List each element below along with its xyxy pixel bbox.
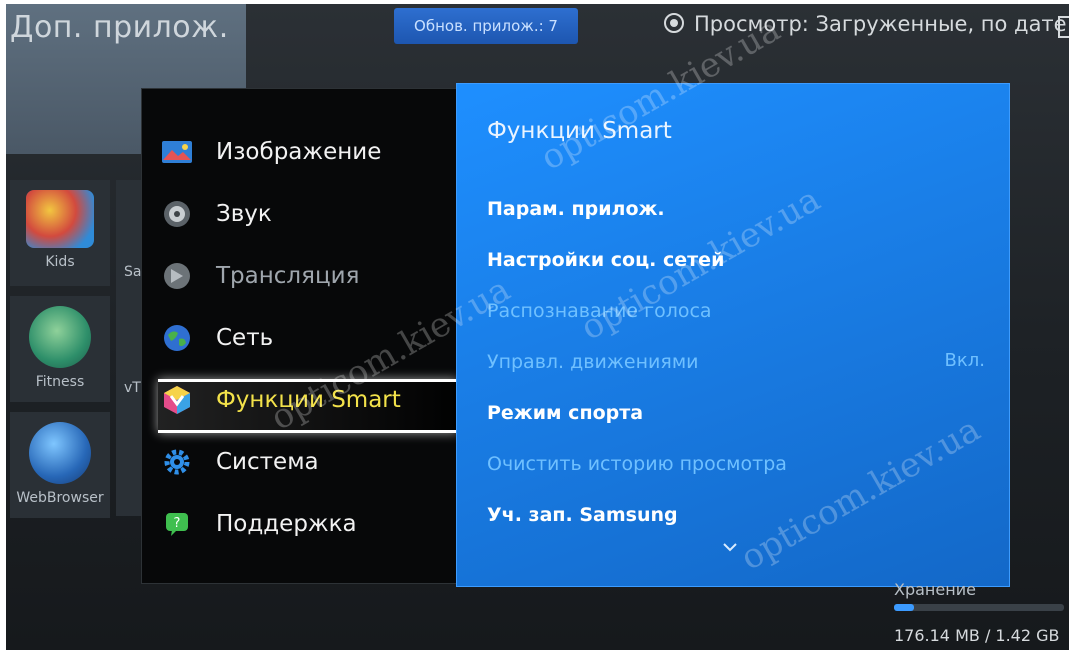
partial-app-label: Sa xyxy=(124,264,142,280)
app-label: Kids xyxy=(45,254,75,270)
partial-app-label: vT xyxy=(124,380,141,396)
svg-text:?: ? xyxy=(174,516,181,531)
page-title: Доп. прилож. xyxy=(10,10,229,45)
submenu-title: Функции Smart xyxy=(487,118,672,144)
kids-app-icon xyxy=(26,190,94,248)
view-option[interactable]: Просмотр: Загруженные, по дате xyxy=(664,12,1067,36)
menu-item-label: Изображение xyxy=(216,139,382,165)
settings-menu: Изображение Звук Трансляция Сеть Функции… xyxy=(141,88,473,584)
storage-label: Хранение xyxy=(894,580,976,599)
submenu-item-social-settings[interactable]: Настройки соц. сетей xyxy=(487,249,987,271)
smart-hub-icon xyxy=(160,385,194,415)
gear-icon xyxy=(160,447,194,477)
menu-item-label: Трансляция xyxy=(216,263,360,289)
storage-bar xyxy=(894,604,1064,611)
menu-item-label: Звук xyxy=(216,201,272,227)
submenu-item-voice-recognition: Распознавание голоса xyxy=(487,300,712,322)
menu-item-label: Поддержка xyxy=(216,511,357,537)
submenu-item-sports-mode[interactable]: Режим спорта xyxy=(487,402,987,424)
webbrowser-app-icon xyxy=(29,422,91,484)
app-tile-kids[interactable]: Kids xyxy=(10,180,110,286)
app-label: WebBrowser xyxy=(16,490,104,506)
app-tile-fitness[interactable]: Fitness xyxy=(10,296,110,402)
motion-control-value: Вкл. xyxy=(944,350,985,371)
storage-value: 176.14 MB / 1.42 GB xyxy=(894,626,1060,645)
menu-item-label: Система xyxy=(216,449,319,475)
menu-item-picture[interactable]: Изображение xyxy=(160,127,460,177)
submenu-item-motion-control: Управл. движениями xyxy=(487,351,699,373)
sort-icon[interactable] xyxy=(1058,16,1069,38)
picture-icon xyxy=(160,137,194,167)
broadcast-icon xyxy=(160,261,194,291)
menu-item-system[interactable]: Система xyxy=(160,437,460,487)
menu-item-smart-features[interactable]: Функции Smart xyxy=(160,375,460,425)
globe-icon xyxy=(160,323,194,353)
storage-bar-fill xyxy=(894,604,915,611)
view-option-icon xyxy=(664,13,684,33)
menu-item-sound[interactable]: Звук xyxy=(160,189,460,239)
submenu-item-app-settings[interactable]: Парам. прилож. xyxy=(487,198,987,220)
smart-features-submenu: Функции Smart Парам. прилож. Настройки с… xyxy=(456,83,1010,587)
menu-item-label: Функции Smart xyxy=(216,387,401,413)
fitness-app-icon xyxy=(29,306,91,368)
submenu-item-samsung-account[interactable]: Уч. зап. Samsung xyxy=(487,504,987,526)
view-option-label: Просмотр: Загруженные, по дате xyxy=(694,12,1067,36)
tv-screen: Доп. прилож. Обнов. прилож.: 7 Просмотр:… xyxy=(6,4,1069,650)
app-tile-webbrowser[interactable]: WebBrowser xyxy=(10,412,110,518)
support-icon: ? xyxy=(160,509,194,539)
menu-item-network[interactable]: Сеть xyxy=(160,313,460,363)
menu-item-label: Сеть xyxy=(216,325,274,351)
menu-item-broadcast[interactable]: Трансляция xyxy=(160,251,460,301)
app-label: Fitness xyxy=(35,374,85,390)
update-apps-button[interactable]: Обнов. прилож.: 7 xyxy=(394,8,578,44)
submenu-item-clear-history: Очистить историю просмотра xyxy=(487,453,787,475)
speaker-icon xyxy=(160,199,194,229)
chevron-down-icon[interactable] xyxy=(722,539,738,555)
menu-item-support[interactable]: ? Поддержка xyxy=(160,499,460,549)
